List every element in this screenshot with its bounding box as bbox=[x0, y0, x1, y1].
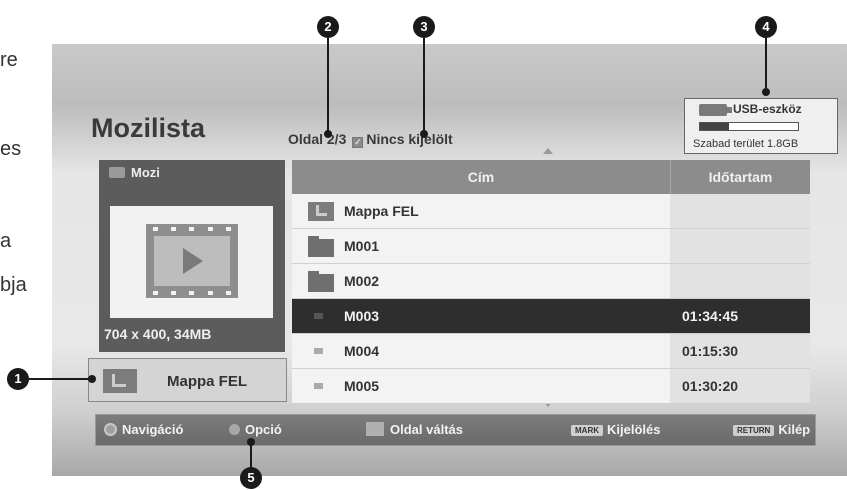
side-text-1: re bbox=[0, 49, 18, 71]
footer-exit-label: Kilép bbox=[778, 422, 811, 437]
folder-up-button-label: Mappa FEL bbox=[167, 373, 248, 390]
movie-file-icon bbox=[314, 313, 323, 319]
folder-up-button[interactable]: Mappa FEL bbox=[88, 358, 287, 402]
callout-marker-4: 4 bbox=[755, 16, 777, 38]
side-text-4: bja bbox=[0, 274, 27, 296]
selection-status: Nincs kijelölt bbox=[366, 131, 453, 147]
usb-usage-bar bbox=[699, 122, 799, 131]
preview-panel: Mozi 704 x 400, 34MB bbox=[99, 160, 285, 352]
footer-mark: MARK Kijelölés bbox=[571, 415, 660, 445]
footer-option: Opció bbox=[229, 415, 282, 445]
column-header-title: Cím bbox=[467, 169, 495, 185]
footer-exit: RETURN Kilép bbox=[733, 415, 810, 445]
mark-key-icon: MARK bbox=[571, 425, 603, 436]
movie-file-icon bbox=[314, 383, 323, 389]
list-item-name: M001 bbox=[344, 238, 380, 254]
movie-thumbnail bbox=[110, 206, 273, 318]
list-item-selected[interactable]: M003 01:34:45 bbox=[292, 299, 810, 334]
callout-line-2 bbox=[327, 38, 329, 134]
callout-marker-5: 5 bbox=[240, 467, 262, 489]
list-item-duration: 01:15:30 bbox=[670, 334, 810, 368]
callout-marker-3: 3 bbox=[413, 16, 435, 38]
list-item-duration bbox=[670, 194, 810, 228]
callout-dot-4 bbox=[762, 88, 770, 96]
folder-icon bbox=[308, 236, 334, 257]
callout-line-1 bbox=[29, 378, 93, 380]
preview-header-label: Mozi bbox=[131, 165, 160, 180]
page-change-icon bbox=[366, 422, 384, 436]
footer-mark-label: Kijelölés bbox=[607, 422, 661, 437]
list-item[interactable]: M002 bbox=[292, 264, 810, 299]
preview-header: Mozi bbox=[109, 165, 160, 180]
play-icon bbox=[183, 248, 203, 274]
list-item-duration: 01:30:20 bbox=[670, 369, 810, 403]
folder-up-icon bbox=[308, 202, 334, 221]
option-icon bbox=[229, 424, 240, 435]
side-text-3: a bbox=[0, 230, 12, 252]
list-item[interactable]: M004 01:15:30 bbox=[292, 334, 810, 369]
list-item-duration bbox=[670, 264, 810, 298]
footer-page-change-label: Oldal váltás bbox=[390, 422, 463, 437]
usb-device-info: USB-eszköz Szabad terület 1.8GB bbox=[684, 98, 838, 154]
return-key-icon: RETURN bbox=[733, 425, 775, 436]
callout-dot-1 bbox=[88, 375, 96, 383]
scroll-up-icon[interactable] bbox=[543, 148, 553, 154]
folder-icon bbox=[308, 271, 334, 292]
footer-navigation-label: Navigáció bbox=[122, 422, 184, 437]
list-item[interactable]: M005 01:30:20 bbox=[292, 369, 810, 404]
page-indicator: Oldal 2/3 bbox=[288, 131, 347, 147]
list-item[interactable]: Mappa FEL bbox=[292, 194, 810, 229]
callout-line-4 bbox=[765, 38, 767, 90]
navigation-icon bbox=[104, 423, 117, 436]
usb-label: USB-eszköz bbox=[733, 102, 802, 116]
footer-navigation: Navigáció bbox=[104, 415, 183, 445]
usb-icon bbox=[699, 104, 732, 116]
film-strip-icon bbox=[146, 224, 238, 298]
callout-marker-1: 1 bbox=[7, 368, 29, 390]
list-item-duration: 01:34:45 bbox=[670, 299, 810, 333]
usb-free-space: Szabad terület 1.8GB bbox=[693, 138, 799, 150]
page-title: Mozilista bbox=[91, 113, 206, 143]
list-item-name: Mappa FEL bbox=[344, 203, 419, 219]
list-header: Cím Időtartam bbox=[292, 160, 810, 194]
list-item-duration bbox=[670, 229, 810, 263]
list-item-name: M004 bbox=[344, 343, 380, 359]
page-info: Oldal 2/3 ✓ Nincs kijelölt bbox=[288, 131, 453, 148]
footer-option-label: Opció bbox=[245, 422, 282, 437]
callout-marker-2: 2 bbox=[317, 16, 339, 38]
list-item-name: M002 bbox=[344, 273, 380, 289]
list-item[interactable]: M001 bbox=[292, 229, 810, 264]
movie-icon bbox=[109, 167, 125, 178]
list-item-name: M003 bbox=[344, 308, 380, 324]
list-item-name: M005 bbox=[344, 378, 380, 394]
movie-file-icon bbox=[314, 348, 323, 354]
callout-dot-3 bbox=[420, 130, 428, 138]
footer-page-change: Oldal váltás bbox=[366, 415, 463, 445]
column-header-duration: Időtartam bbox=[670, 160, 810, 194]
folder-up-icon bbox=[103, 369, 137, 393]
callout-dot-2 bbox=[324, 130, 332, 138]
file-list: Cím Időtartam Mappa FEL M001 M002 M003 0… bbox=[292, 160, 810, 404]
callout-line-3 bbox=[423, 38, 425, 134]
checkbox-icon: ✓ bbox=[352, 137, 364, 148]
side-text-2: es bbox=[0, 138, 22, 160]
callout-dot-5 bbox=[247, 438, 255, 446]
usb-usage-fill bbox=[700, 123, 730, 130]
preview-file-info: 704 x 400, 34MB bbox=[104, 326, 212, 342]
footer-key-guide: Navigáció Opció Oldal váltás MARK Kijelöl… bbox=[95, 414, 816, 446]
